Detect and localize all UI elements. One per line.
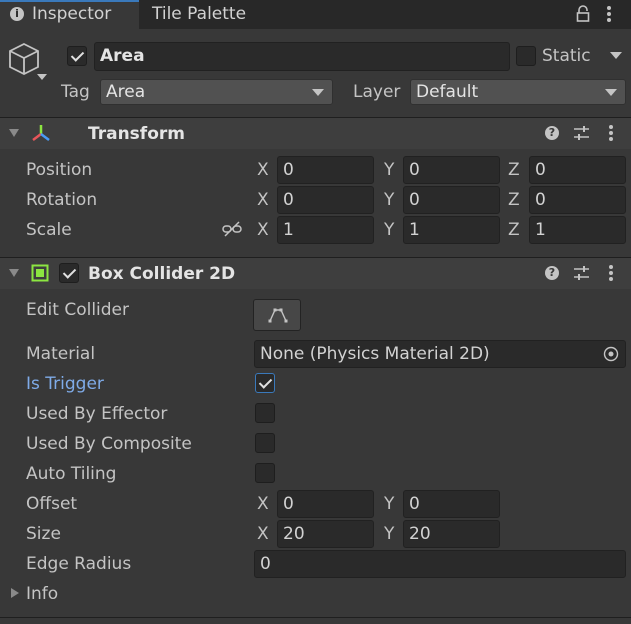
tag-label: Tag — [61, 82, 90, 102]
axis-y-label[interactable]: Y — [384, 160, 394, 180]
axis-y-label[interactable]: Y — [384, 190, 394, 210]
static-dropdown-icon[interactable] — [610, 52, 622, 59]
used-by-composite-checkbox[interactable] — [255, 433, 275, 453]
more-options-icon[interactable] — [607, 6, 611, 24]
edit-collider-label: Edit Collider — [26, 300, 130, 320]
object-picker-icon[interactable] — [603, 346, 619, 362]
rotation-label: Rotation — [26, 190, 98, 210]
offset-label: Offset — [26, 494, 78, 514]
help-icon[interactable]: ? — [545, 266, 559, 280]
more-options-icon[interactable] — [609, 265, 613, 283]
axis-y-label[interactable]: Y — [384, 494, 394, 514]
foldout-arrow-icon[interactable] — [9, 269, 19, 277]
position-z-field[interactable]: 0 — [529, 156, 626, 184]
material-object-field[interactable]: None (Physics Material 2D) — [254, 340, 626, 368]
info-foldout-label[interactable]: Info — [26, 584, 58, 604]
position-label: Position — [26, 160, 93, 180]
info-icon: i — [10, 7, 24, 21]
tag-dropdown-value: Area — [106, 82, 146, 102]
scale-label: Scale — [26, 220, 72, 240]
edge-radius-label: Edge Radius — [26, 554, 132, 574]
offset-y-field[interactable]: 0 — [403, 490, 500, 518]
transform-title: Transform — [88, 124, 185, 144]
scale-x-field[interactable]: 1 — [277, 216, 374, 244]
scale-y-field[interactable]: 1 — [403, 216, 500, 244]
gameobject-cube-icon — [9, 42, 39, 76]
used-by-composite-label: Used By Composite — [26, 434, 192, 454]
axis-y-label[interactable]: Y — [384, 220, 394, 240]
box-collider-title: Box Collider 2D — [88, 264, 236, 284]
axis-z-label[interactable]: Z — [508, 220, 520, 240]
foldout-arrow-icon[interactable] — [9, 129, 19, 137]
presets-icon[interactable] — [573, 265, 590, 281]
object-name-input[interactable]: Area — [94, 42, 510, 71]
info-foldout-arrow-icon[interactable] — [11, 588, 19, 598]
axis-x-label[interactable]: X — [257, 220, 269, 240]
static-label: Static — [542, 46, 591, 66]
used-by-effector-label: Used By Effector — [26, 404, 168, 424]
axis-z-label[interactable]: Z — [508, 160, 520, 180]
size-label: Size — [26, 524, 61, 544]
edit-collider-button[interactable] — [253, 299, 301, 331]
is-trigger-label: Is Trigger — [26, 374, 104, 394]
static-checkbox[interactable] — [516, 46, 536, 66]
rotation-z-field[interactable]: 0 — [529, 186, 626, 214]
layer-dropdown-value: Default — [416, 82, 479, 102]
edge-radius-field[interactable]: 0 — [254, 550, 626, 578]
position-x-field[interactable]: 0 — [277, 156, 374, 184]
more-options-icon[interactable] — [609, 125, 613, 143]
offset-x-field[interactable]: 0 — [277, 490, 374, 518]
tag-dropdown[interactable]: Area — [100, 79, 333, 105]
axis-z-label[interactable]: Z — [508, 190, 520, 210]
size-y-field[interactable]: 20 — [403, 520, 500, 548]
chevron-down-icon — [312, 89, 324, 96]
box-collider-icon — [31, 264, 49, 282]
auto-tiling-checkbox[interactable] — [255, 463, 275, 483]
icon-dropdown-arrow-icon[interactable] — [37, 74, 47, 80]
active-checkbox[interactable] — [67, 46, 87, 66]
axis-x-label[interactable]: X — [257, 160, 269, 180]
auto-tiling-label: Auto Tiling — [26, 464, 117, 484]
bottom-divider — [0, 617, 631, 618]
axis-y-label[interactable]: Y — [384, 524, 394, 544]
layer-label: Layer — [353, 82, 401, 102]
axis-x-label[interactable]: X — [257, 524, 269, 544]
position-y-field[interactable]: 0 — [403, 156, 500, 184]
is-trigger-checkbox[interactable] — [255, 373, 275, 393]
axis-x-label[interactable]: X — [257, 494, 269, 514]
edit-shape-icon — [268, 308, 288, 323]
rotation-x-field[interactable]: 0 — [277, 186, 374, 214]
box-collider-enabled-checkbox[interactable] — [59, 263, 79, 283]
scale-z-field[interactable]: 1 — [529, 216, 626, 244]
size-x-field[interactable]: 20 — [277, 520, 374, 548]
layer-dropdown[interactable]: Default — [410, 79, 626, 105]
tab-inspector-label: Inspector — [32, 4, 112, 24]
lock-icon[interactable] — [576, 5, 590, 22]
rotation-y-field[interactable]: 0 — [403, 186, 500, 214]
help-icon[interactable]: ? — [545, 126, 559, 140]
material-label: Material — [26, 344, 96, 364]
axis-x-label[interactable]: X — [257, 190, 269, 210]
presets-icon[interactable] — [573, 125, 590, 141]
transform-icon — [32, 125, 50, 141]
tab-tile-palette[interactable]: Tile Palette — [152, 4, 246, 24]
chevron-down-icon — [605, 89, 617, 96]
constrain-proportions-icon[interactable] — [222, 221, 242, 237]
used-by-effector-checkbox[interactable] — [255, 403, 275, 423]
